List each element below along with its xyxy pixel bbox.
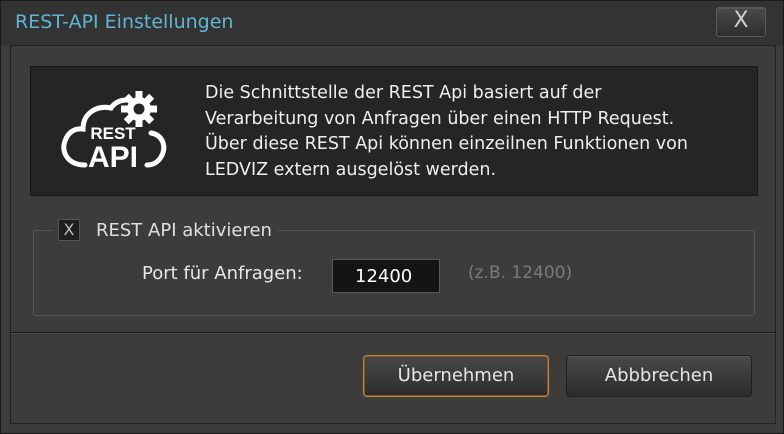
info-line: Die Schnittstelle der REST Api basiert a… xyxy=(205,83,602,103)
port-label: Port für Anfragen: xyxy=(142,263,303,284)
gear-icon xyxy=(121,91,157,127)
logo-text-api: API xyxy=(88,141,138,174)
port-hint: (z.B. 12400) xyxy=(468,263,573,283)
info-line: LEDVIZ extern ausgelöst werden. xyxy=(205,159,497,180)
close-button[interactable]: X xyxy=(716,7,766,37)
separator xyxy=(11,332,775,334)
title-bar[interactable]: REST-API Einstellungen X xyxy=(1,1,783,45)
info-line: Verarbeitung von Anfragen über einen HTT… xyxy=(205,108,675,129)
group-legend: X REST API aktivieren xyxy=(54,216,278,244)
info-text: Die Schnittstelle der REST Api basiert a… xyxy=(205,81,745,183)
dialog-window: REST-API Einstellungen X REST API Die Sc… xyxy=(0,0,784,434)
dialog-content: REST API Die Schnittstelle der REST Api … xyxy=(10,45,776,424)
rest-api-cloud-icon: REST API xyxy=(61,91,167,174)
window-title: REST-API Einstellungen xyxy=(15,11,234,33)
rest-api-enable-label[interactable]: REST API aktivieren xyxy=(96,220,272,241)
port-input[interactable] xyxy=(332,259,440,293)
info-line: Über diese REST Api können einzeilnen Fu… xyxy=(205,134,688,154)
apply-button[interactable]: Übernehmen xyxy=(363,355,549,397)
cancel-button[interactable]: Abbbrechen xyxy=(566,355,752,397)
info-panel: REST API Die Schnittstelle der REST Api … xyxy=(30,66,758,196)
rest-api-group: X REST API aktivieren Port für Anfragen:… xyxy=(33,216,755,316)
rest-api-enable-checkbox[interactable]: X xyxy=(58,219,80,241)
